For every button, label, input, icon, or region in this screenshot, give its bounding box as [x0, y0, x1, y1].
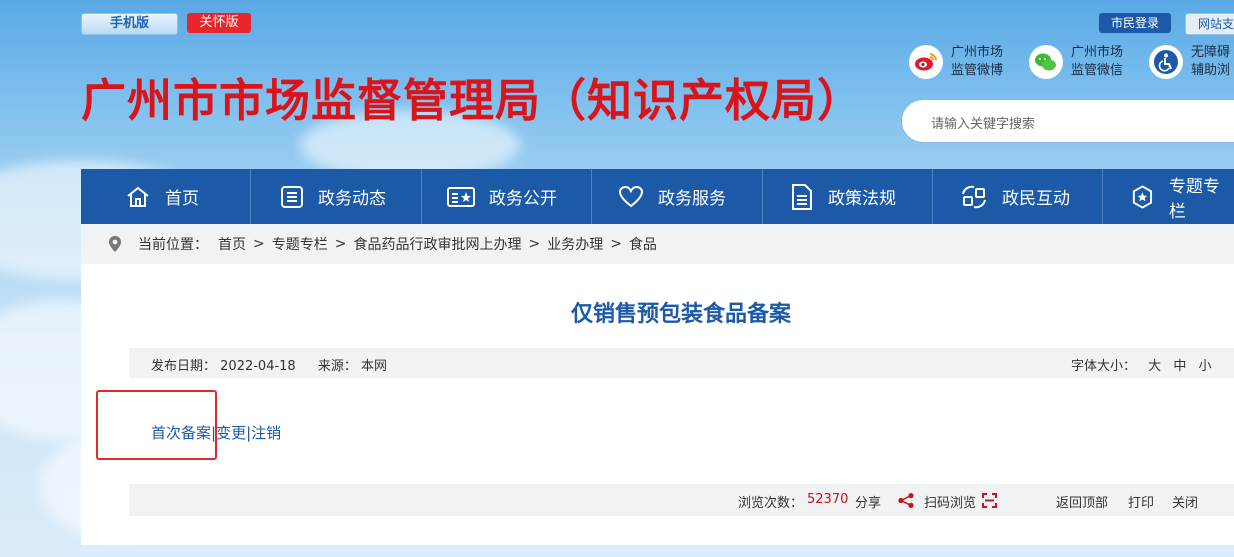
accessibility-icon [1149, 45, 1183, 79]
wechat-label-line1: 广州市场 [1071, 45, 1124, 60]
nav-divider [591, 169, 592, 224]
share-icon[interactable] [898, 493, 914, 508]
font-size-label: 字体大小： [1071, 359, 1137, 374]
interaction-icon [962, 185, 986, 208]
wechat-label-line2: 监管微信 [1071, 63, 1124, 78]
share-label: 分享 [855, 496, 882, 511]
article-footer: 浏览次数： 52370 分享 扫码浏览 返回顶部 打印 关闭 [129, 484, 1234, 516]
content-panel: 当前位置： 首页 > 专题专栏 > 食品药品行政审批网上办理 > 业务办理 > … [81, 224, 1234, 545]
highlight-box [96, 390, 217, 460]
weibo-link[interactable]: 广州市场 监管微博 [909, 44, 1003, 80]
nav-label: 专题专栏 [1168, 176, 1220, 222]
citizen-login-button[interactable]: 市民登录 [1099, 13, 1171, 33]
nav-divider [932, 169, 933, 224]
nav-label: 政民互动 [1002, 189, 1070, 209]
nav-label: 政务动态 [318, 189, 386, 209]
search-input[interactable]: 请输入关键字搜索 [931, 113, 1035, 132]
nav-divider [1102, 169, 1103, 224]
nav-item-interaction[interactable]: 政民互动 [960, 169, 1070, 224]
source-value: 本网 [361, 359, 388, 374]
heart-icon [618, 185, 644, 207]
nav-label: 政务公开 [489, 189, 557, 209]
publish-date-label: 发布日期： [151, 359, 217, 374]
back-to-top-button[interactable]: 返回顶部 [1056, 492, 1108, 511]
breadcrumb-separator: > [334, 236, 347, 252]
publish-date: 2022-04-18 [220, 359, 296, 374]
nav-item-news[interactable]: 政务动态 [280, 169, 386, 224]
nav-label: 政策法规 [828, 189, 896, 209]
breadcrumb-item-home[interactable]: 首页 [218, 234, 246, 254]
news-icon [281, 185, 303, 208]
accessibility-label-line1: 无障碍 [1191, 45, 1231, 60]
public-icon [447, 186, 475, 207]
document-icon [792, 183, 812, 210]
accessibility-link[interactable]: 无障碍 辅助浏 [1149, 44, 1230, 80]
main-nav: 首页 政务动态 政务公开 政务服务 政策法规 政民互动 专题专栏 [81, 169, 1234, 224]
badge-icon [1132, 184, 1153, 209]
qr-scan-icon[interactable] [982, 493, 997, 508]
change-link[interactable]: 变更 [216, 424, 246, 442]
scan-label[interactable]: 扫码浏览 [924, 492, 976, 511]
wechat-icon [1029, 45, 1063, 79]
breadcrumb-separator: > [528, 236, 541, 252]
nav-item-public[interactable]: 政务公开 [447, 169, 557, 224]
weibo-label-line2: 监管微博 [951, 63, 1004, 78]
nav-item-home[interactable]: 首页 [125, 169, 199, 224]
font-size-medium-button[interactable]: 中 [1173, 359, 1186, 374]
print-button[interactable]: 打印 [1128, 492, 1154, 511]
care-version-button[interactable]: 关怀版 [187, 13, 251, 33]
nav-item-policy[interactable]: 政策法规 [790, 169, 896, 224]
site-title: 广州市市场监督管理局（知识产权局） [81, 74, 864, 127]
site-support-button[interactable]: 网站支 [1185, 13, 1234, 35]
font-size-large-button[interactable]: 大 [1148, 359, 1161, 374]
article-meta: 发布日期： 2022-04-18 来源： 本网 字体大小： 大 中 小 [129, 348, 1234, 378]
accessibility-label-line2: 辅助浏 [1191, 63, 1231, 78]
mobile-version-button[interactable]: 手机版 [81, 13, 178, 35]
search-box[interactable]: 请输入关键字搜索 [901, 99, 1234, 143]
nav-divider [421, 169, 422, 224]
wechat-link[interactable]: 广州市场 监管微信 [1029, 44, 1123, 80]
nav-label: 政务服务 [658, 189, 726, 209]
font-size-small-button[interactable]: 小 [1198, 359, 1211, 374]
home-icon [127, 186, 149, 207]
breadcrumb: 当前位置： 首页 > 专题专栏 > 食品药品行政审批网上办理 > 业务办理 > … [81, 224, 1234, 264]
nav-divider [250, 169, 251, 224]
weibo-label-line1: 广州市场 [951, 45, 1004, 60]
nav-item-service[interactable]: 政务服务 [618, 169, 726, 224]
close-button[interactable]: 关闭 [1172, 492, 1198, 511]
nav-divider [762, 169, 763, 224]
weibo-icon [909, 45, 943, 79]
views-label: 浏览次数： [738, 496, 804, 511]
breadcrumb-separator: > [253, 236, 265, 252]
breadcrumb-prefix: 当前位置： [138, 237, 208, 253]
breadcrumb-item-approval[interactable]: 食品药品行政审批网上办理 [353, 234, 521, 254]
breadcrumb-item-food[interactable]: 食品 [629, 234, 657, 254]
views-count: 52370 [807, 492, 849, 507]
nav-item-special[interactable]: 专题专栏 [1130, 169, 1234, 224]
breadcrumb-item-special[interactable]: 专题专栏 [272, 234, 328, 254]
breadcrumb-item-business[interactable]: 业务办理 [547, 234, 603, 254]
cancel-link[interactable]: 注销 [251, 424, 281, 442]
location-pin-icon [109, 236, 121, 252]
source-label: 来源： [317, 359, 357, 374]
breadcrumb-separator: > [610, 236, 622, 252]
article-title: 仅销售预包装食品备案 [570, 302, 791, 327]
nav-label: 首页 [165, 189, 199, 209]
